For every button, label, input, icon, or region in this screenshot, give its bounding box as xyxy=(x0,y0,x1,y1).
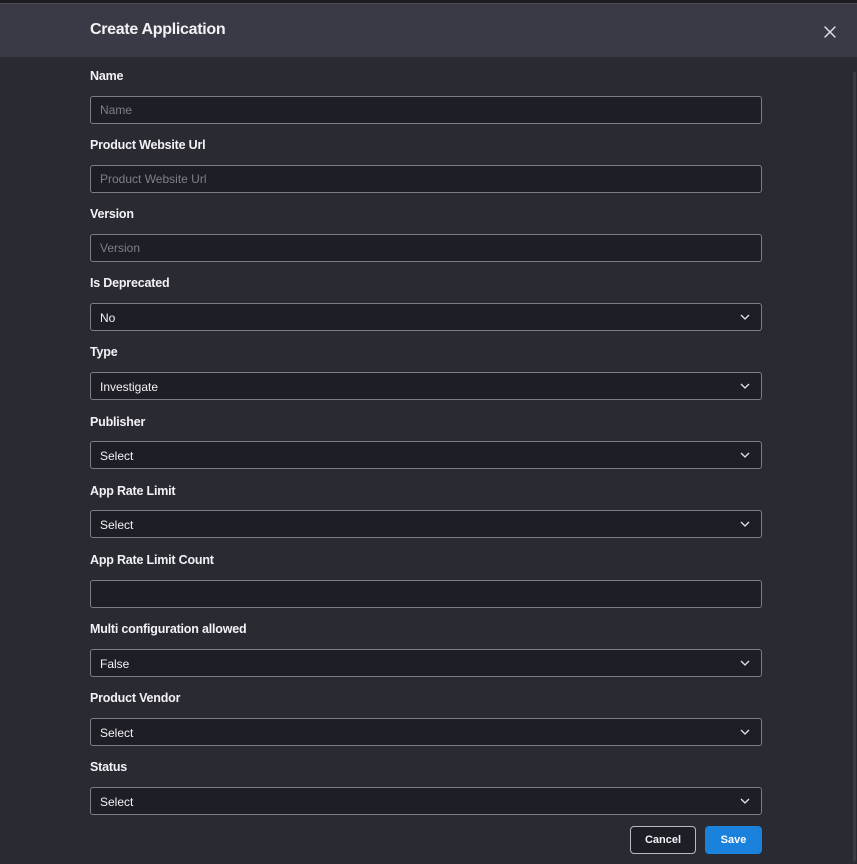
type-label: Type xyxy=(90,345,118,359)
app-rate-limit-count-input[interactable] xyxy=(90,580,762,608)
app-rate-limit-select[interactable]: Select xyxy=(90,510,762,538)
multi-configuration-allowed-value: False xyxy=(100,657,130,671)
save-button[interactable]: Save xyxy=(705,826,762,854)
app-rate-limit-value: Select xyxy=(100,518,134,532)
multi-configuration-allowed-label: Multi configuration allowed xyxy=(90,622,247,636)
is-deprecated-select[interactable]: No xyxy=(90,303,762,331)
publisher-label: Publisher xyxy=(90,415,146,429)
chevron-down-icon xyxy=(740,383,750,389)
version-label: Version xyxy=(90,207,134,221)
chevron-down-icon xyxy=(740,521,750,527)
name-input[interactable] xyxy=(90,96,762,124)
app-rate-limit-label: App Rate Limit xyxy=(90,484,176,498)
scrollbar[interactable] xyxy=(853,72,856,862)
status-select[interactable]: Select xyxy=(90,787,762,815)
dialog-title: Create Application xyxy=(90,21,226,38)
type-value: Investigate xyxy=(100,380,159,394)
product-vendor-select[interactable]: Select xyxy=(90,718,762,746)
version-input[interactable] xyxy=(90,234,762,262)
product-website-url-input[interactable] xyxy=(90,165,762,193)
product-vendor-value: Select xyxy=(100,726,134,740)
is-deprecated-label: Is Deprecated xyxy=(90,276,170,290)
product-vendor-label: Product Vendor xyxy=(90,691,181,705)
cancel-button[interactable]: Cancel xyxy=(630,826,696,854)
publisher-select[interactable]: Select xyxy=(90,441,762,469)
product-website-url-label: Product Website Url xyxy=(90,138,206,152)
name-label: Name xyxy=(90,69,124,83)
publisher-value: Select xyxy=(100,449,134,463)
chevron-down-icon xyxy=(740,798,750,804)
close-icon[interactable] xyxy=(820,22,840,42)
status-value: Select xyxy=(100,795,134,809)
chevron-down-icon xyxy=(740,452,750,458)
chevron-down-icon xyxy=(740,314,750,320)
dialog-header: Create Application xyxy=(0,4,857,57)
chevron-down-icon xyxy=(740,660,750,666)
chevron-down-icon xyxy=(740,729,750,735)
status-label: Status xyxy=(90,760,128,774)
type-select[interactable]: Investigate xyxy=(90,372,762,400)
multi-configuration-allowed-select[interactable]: False xyxy=(90,649,762,677)
app-rate-limit-count-label: App Rate Limit Count xyxy=(90,553,214,567)
is-deprecated-value: No xyxy=(100,311,116,325)
